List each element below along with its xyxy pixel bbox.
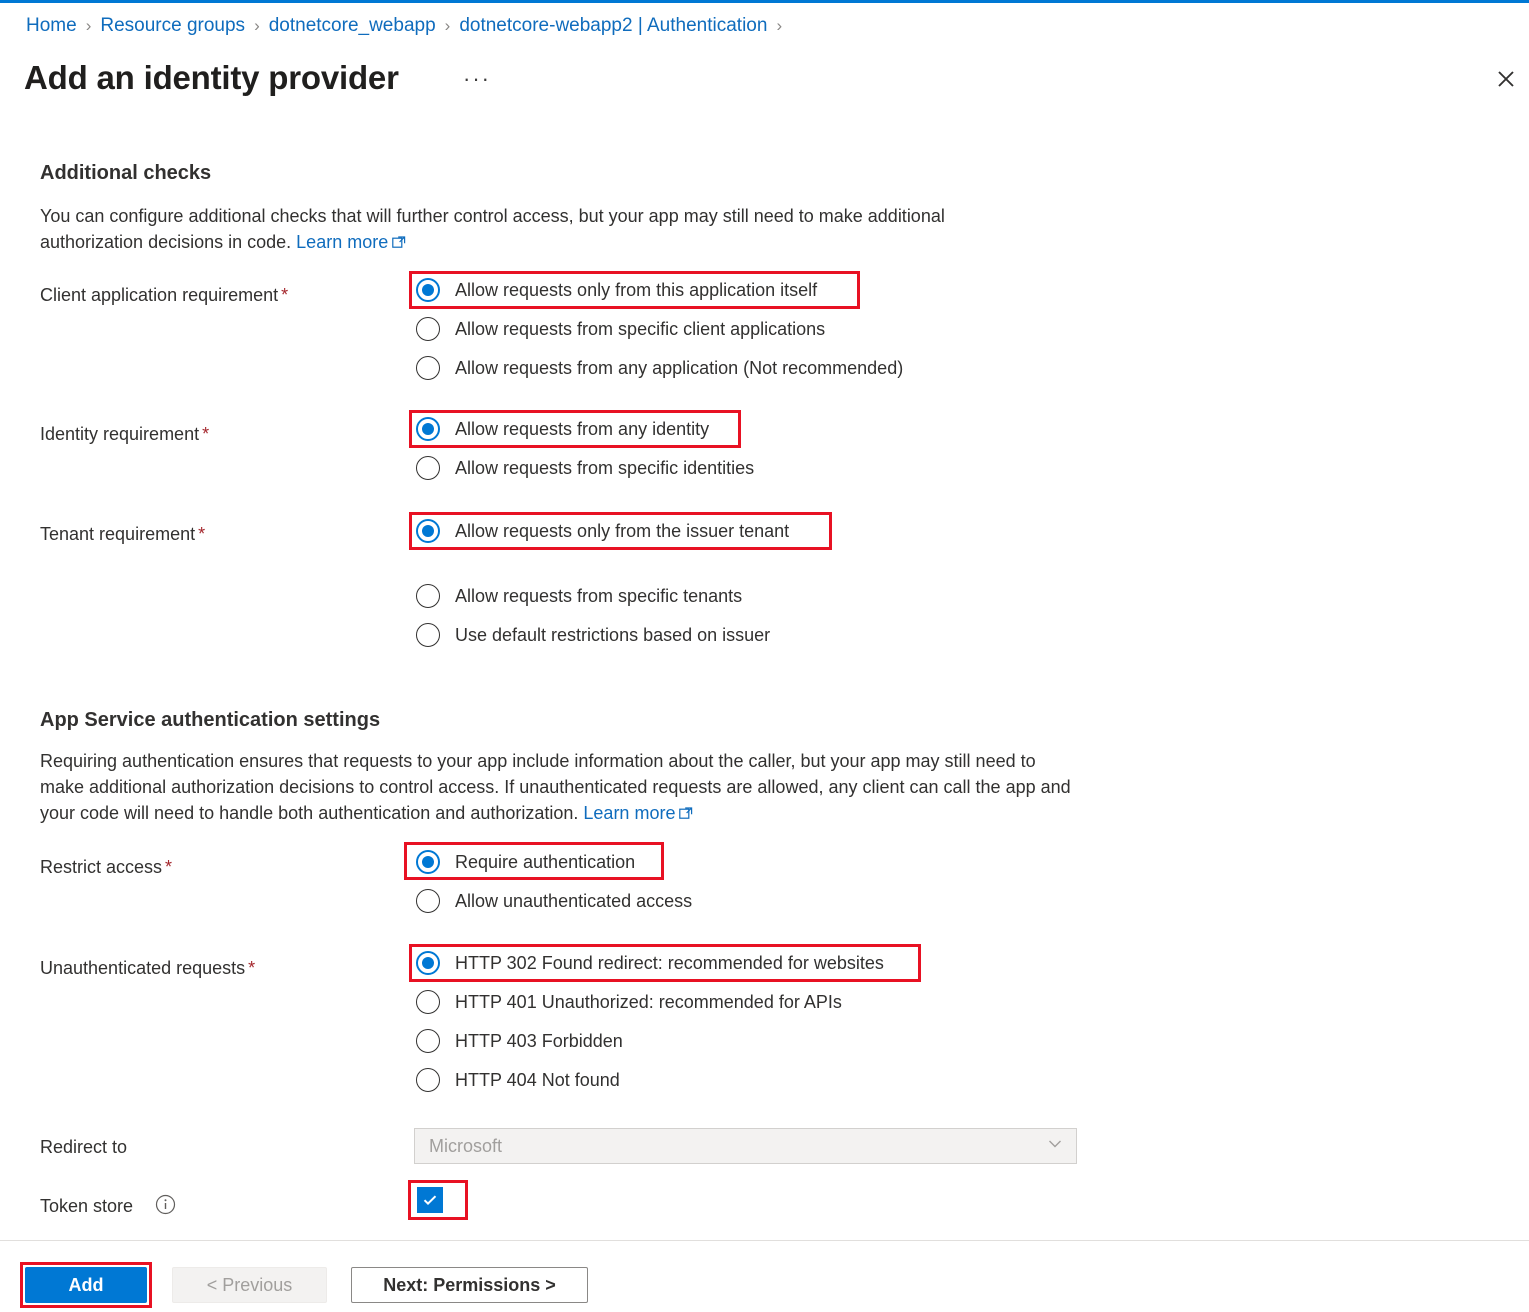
radio-label: HTTP 403 Forbidden [455, 1031, 623, 1051]
info-icon[interactable] [155, 1194, 176, 1215]
breadcrumb-item-home[interactable]: Home [26, 14, 77, 38]
learn-more-link-app-service[interactable]: Learn more [583, 803, 693, 823]
radio-button-icon [416, 356, 440, 380]
required-indicator: * [198, 524, 206, 544]
close-icon[interactable] [1489, 62, 1523, 96]
radio-restrict-require-authentication[interactable]: Require authentication [416, 847, 635, 877]
app-service-description-text: Requiring authentication ensures that re… [40, 751, 1071, 823]
radio-button-icon [416, 456, 440, 480]
page-title: Add an identity provider [24, 59, 399, 96]
add-button[interactable]: Add [25, 1267, 147, 1303]
restrict-access-label-text: Restrict access [40, 857, 163, 877]
close-glyph [1498, 71, 1514, 87]
breadcrumb-separator-icon: › [85, 16, 92, 35]
radio-label: Allow requests from any application (Not… [455, 358, 904, 378]
section-heading-app-service-authentication: App Service authentication settings [40, 709, 381, 731]
next-permissions-button[interactable]: Next: Permissions > [351, 1267, 588, 1303]
breadcrumb: Home › Resource groups › dotnetcore_weba… [26, 14, 791, 38]
radio-label: Require authentication [455, 852, 636, 872]
radio-button-icon [416, 990, 440, 1014]
radio-button-icon [416, 278, 440, 302]
tenant-requirement-label-text: Tenant requirement [40, 524, 196, 544]
radio-client-app-any-application[interactable]: Allow requests from any application (Not… [416, 353, 903, 383]
field-label-client-application-requirement: Client application requirement * [40, 283, 288, 307]
learn-more-label: Learn more [583, 803, 676, 823]
radio-label: Allow requests from any identity [455, 419, 710, 439]
required-indicator: * [281, 285, 289, 305]
breadcrumb-item-dotnetcore-webapp[interactable]: dotnetcore_webapp [269, 14, 436, 38]
radio-button-icon [416, 417, 440, 441]
checkmark-icon [423, 1195, 437, 1205]
radio-identity-any-identity[interactable]: Allow requests from any identity [416, 414, 709, 444]
radio-button-icon [416, 623, 440, 647]
required-indicator: * [202, 424, 210, 444]
client-application-requirement-label-text: Client application requirement [40, 285, 279, 305]
radio-label: Allow requests from specific identities [455, 458, 755, 478]
section-description-additional-checks: You can configure additional checks that… [40, 203, 1050, 256]
radio-label: Use default restrictions based on issuer [455, 625, 771, 645]
section-heading-additional-checks: Additional checks [40, 162, 212, 184]
radio-unauth-http-401[interactable]: HTTP 401 Unauthorized: recommended for A… [416, 987, 842, 1017]
identity-requirement-label-text: Identity requirement [40, 424, 200, 444]
more-options-icon[interactable]: ··· [463, 64, 491, 94]
breadcrumb-separator-icon: › [776, 16, 783, 35]
radio-client-app-specific-applications[interactable]: Allow requests from specific client appl… [416, 314, 825, 344]
external-link-icon [679, 801, 693, 827]
additional-checks-description-text: You can configure additional checks that… [40, 206, 945, 252]
radio-unauth-http-404[interactable]: HTTP 404 Not found [416, 1065, 620, 1095]
field-label-redirect-to: Redirect to [40, 1137, 128, 1157]
radio-button-icon [416, 889, 440, 913]
learn-more-label: Learn more [296, 232, 389, 252]
field-label-identity-requirement: Identity requirement * [40, 422, 209, 446]
radio-tenant-specific-tenants[interactable]: Allow requests from specific tenants [416, 581, 742, 611]
radio-tenant-default-restrictions[interactable]: Use default restrictions based on issuer [416, 620, 770, 650]
radio-restrict-allow-unauthenticated[interactable]: Allow unauthenticated access [416, 886, 692, 916]
radio-label: Allow requests only from this applicatio… [455, 280, 818, 300]
radio-label: Allow requests only from the issuer tena… [455, 521, 790, 541]
radio-client-app-only-this-application[interactable]: Allow requests only from this applicatio… [416, 275, 817, 305]
radio-button-icon [416, 951, 440, 975]
required-indicator: * [248, 958, 256, 978]
redirect-to-dropdown[interactable]: Microsoft [414, 1128, 1077, 1164]
breadcrumb-item-resource-groups[interactable]: Resource groups [100, 14, 245, 38]
learn-more-link-additional-checks[interactable]: Learn more [296, 232, 406, 252]
breadcrumb-item-authentication[interactable]: dotnetcore-webapp2 | Authentication [459, 14, 767, 38]
previous-button: < Previous [172, 1267, 327, 1303]
breadcrumb-separator-icon: › [254, 16, 260, 35]
radio-button-icon [416, 519, 440, 543]
token-store-checkbox[interactable] [417, 1187, 443, 1213]
radio-label: HTTP 401 Unauthorized: recommended for A… [455, 992, 842, 1012]
radio-unauth-http-403[interactable]: HTTP 403 Forbidden [416, 1026, 623, 1056]
radio-label: Allow requests from specific tenants [455, 586, 743, 606]
radio-unauth-http-302[interactable]: HTTP 302 Found redirect: recommended for… [416, 948, 884, 978]
field-label-tenant-requirement: Tenant requirement * [40, 522, 205, 546]
radio-label: Allow unauthenticated access [455, 891, 693, 911]
field-label-token-store: Token store [40, 1196, 134, 1216]
radio-button-icon [416, 850, 440, 874]
radio-label: HTTP 404 Not found [455, 1070, 620, 1090]
breadcrumb-separator-icon: › [444, 16, 451, 35]
top-accent-bar [0, 0, 1529, 3]
radio-button-icon [416, 317, 440, 341]
radio-button-icon [416, 1068, 440, 1092]
unauthenticated-requests-label-text: Unauthenticated requests [40, 958, 246, 978]
field-label-unauthenticated-requests: Unauthenticated requests * [40, 956, 255, 980]
radio-tenant-issuer-tenant[interactable]: Allow requests only from the issuer tena… [416, 516, 789, 546]
redirect-to-selected-value: Microsoft [429, 1136, 503, 1156]
required-indicator: * [165, 857, 173, 877]
radio-label: HTTP 302 Found redirect: recommended for… [455, 953, 884, 973]
section-description-app-service-authentication: Requiring authentication ensures that re… [40, 748, 1075, 827]
external-link-icon [392, 230, 406, 256]
radio-button-icon [416, 1029, 440, 1053]
field-label-restrict-access: Restrict access * [40, 855, 172, 879]
radio-button-icon [416, 584, 440, 608]
chevron-down-icon [1046, 1135, 1064, 1158]
radio-label: Allow requests from specific client appl… [455, 319, 826, 339]
footer-divider [0, 1240, 1529, 1241]
radio-identity-specific-identities[interactable]: Allow requests from specific identities [416, 453, 754, 483]
